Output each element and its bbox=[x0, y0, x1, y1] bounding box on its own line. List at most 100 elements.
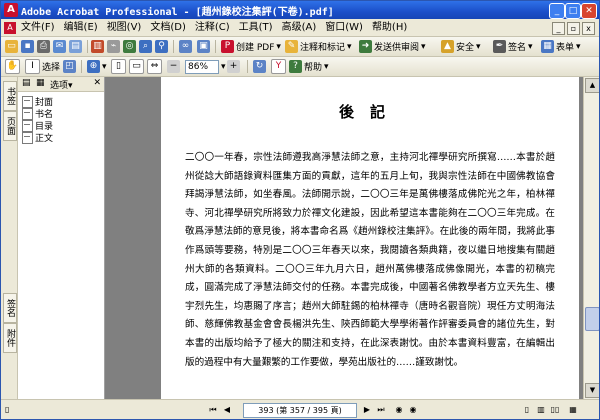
maximize-button[interactable]: □ bbox=[565, 3, 581, 19]
tab-signatures[interactable]: 签名 bbox=[3, 293, 17, 323]
search-icon[interactable]: ⚲ bbox=[155, 40, 168, 53]
menu-item[interactable]: 文件(F) bbox=[21, 21, 55, 35]
menu-item[interactable]: 帮助(H) bbox=[372, 21, 407, 35]
scroll-thumb[interactable] bbox=[585, 307, 599, 331]
document-menu-icon[interactable]: A bbox=[4, 22, 16, 34]
open-folder-icon[interactable]: ▭ bbox=[5, 40, 18, 53]
bookmark-icon bbox=[22, 107, 33, 120]
zoom-in-plus-icon[interactable]: + bbox=[227, 60, 240, 73]
view-icon[interactable]: ▣ bbox=[197, 40, 210, 53]
facing-icon[interactable]: ▯▯ bbox=[549, 404, 561, 416]
create-pdf-button[interactable]: P 创建 PDF ▾ bbox=[221, 39, 281, 54]
zoom-dropdown-icon[interactable]: ▾ bbox=[221, 62, 226, 72]
zoom-tool-icon[interactable]: ◎ bbox=[123, 40, 136, 53]
zoom-input[interactable]: 86% bbox=[185, 59, 219, 74]
minimize-button[interactable]: _ bbox=[549, 3, 565, 19]
previous-view-icon[interactable]: ◉ bbox=[393, 404, 405, 416]
chevron-down-icon: ▾ bbox=[324, 61, 329, 72]
rotate-icon[interactable]: ↻ bbox=[253, 60, 266, 73]
zoom-box-group: 86% ▾ bbox=[185, 59, 226, 74]
print-icon[interactable]: ⎙ bbox=[37, 40, 50, 53]
bookmark-item[interactable]: 正文 bbox=[22, 131, 53, 144]
chevron-down-icon[interactable]: ▾ bbox=[102, 62, 107, 72]
last-page-icon[interactable]: ⏭ bbox=[375, 404, 387, 416]
menu-item[interactable]: 注释(C) bbox=[195, 21, 230, 35]
acrobat-icon: A bbox=[4, 3, 18, 17]
pdf-page[interactable]: 後記 二〇〇一年春，宗性法師遵我高淨慧法師之意，主持河北禪學研究所撰寫……本書於… bbox=[161, 77, 579, 399]
lock-icon: ▲ bbox=[441, 40, 454, 53]
doc-restore-icon[interactable]: ▫ bbox=[567, 22, 580, 35]
close-button[interactable]: ✕ bbox=[581, 3, 597, 19]
chevron-down-icon: ▾ bbox=[347, 41, 352, 52]
chevron-down-icon: ▾ bbox=[276, 41, 281, 52]
chevron-down-icon: ▾ bbox=[476, 41, 481, 52]
send-review-button[interactable]: ➜ 发送供审阅 ▾ bbox=[359, 39, 426, 54]
options-menu-button[interactable]: 选项▾ bbox=[50, 78, 73, 91]
menu-item[interactable]: 工具(T) bbox=[239, 21, 273, 35]
fit-width-icon[interactable]: ⇔ bbox=[147, 59, 162, 74]
vertical-scrollbar[interactable]: ▲ ▼ bbox=[583, 77, 599, 399]
zoom-in-icon[interactable]: ⊕ bbox=[87, 60, 100, 73]
actual-size-icon[interactable]: ▯ bbox=[111, 59, 126, 74]
next-page-icon[interactable]: ▶ bbox=[361, 404, 373, 416]
sign-button[interactable]: ✒ 签名 ▾ bbox=[493, 39, 533, 54]
email-icon[interactable]: ✉ bbox=[53, 40, 66, 53]
bookmark-icon bbox=[22, 131, 33, 144]
find-icon[interactable]: ⌕ bbox=[139, 40, 152, 53]
chevron-down-icon: ▾ bbox=[576, 41, 581, 52]
yahoo-search-icon[interactable]: Y bbox=[271, 59, 286, 74]
menu-item[interactable]: 视图(V) bbox=[107, 21, 142, 35]
page-heading: 後記 bbox=[338, 103, 401, 121]
delete-bookmark-icon[interactable]: ▤ bbox=[22, 78, 31, 88]
close-panel-icon[interactable]: ✕ bbox=[93, 78, 101, 88]
continuous-facing-icon[interactable]: ▦ bbox=[567, 404, 579, 416]
save-icon[interactable]: ▪ bbox=[21, 40, 34, 53]
next-view-icon[interactable]: ◉ bbox=[407, 404, 419, 416]
menu-item[interactable]: 文档(D) bbox=[150, 21, 186, 35]
single-page-icon[interactable]: ▯ bbox=[521, 404, 533, 416]
help-button[interactable]: ? 帮助 ▾ bbox=[289, 59, 329, 74]
tab-bookmarks[interactable]: 书签 bbox=[3, 81, 17, 111]
forms-button[interactable]: ▦ 表单 ▾ bbox=[541, 39, 581, 54]
snapshot-icon[interactable]: ◰ bbox=[63, 60, 76, 73]
tab-attachments[interactable]: 附件 bbox=[3, 323, 17, 353]
comment-markup-button[interactable]: ✎ 注释和标记 ▾ bbox=[285, 39, 352, 54]
select-tool-button[interactable]: I 选择 bbox=[25, 59, 60, 74]
file-toolbar: ▭ ▪ ⎙ ✉ ▤ ▥ ⌁ ◎ ⌕ ⚲ ∞ ▣ P 创建 PDF ▾ ✎ 注释和标… bbox=[1, 37, 599, 57]
status-bar: ▯ ⏮ ◀ 393 (第 357 / 395 頁) ▶ ⏭ ◉ ◉ ▯ ▥ ▯▯… bbox=[1, 399, 599, 419]
zoom-out-icon[interactable]: − bbox=[167, 60, 180, 73]
binoculars-icon[interactable]: ∞ bbox=[179, 40, 192, 53]
first-page-icon[interactable]: ⏮ bbox=[207, 404, 219, 416]
scroll-up-icon[interactable]: ▲ bbox=[585, 78, 599, 93]
secure-button[interactable]: ▲ 安全 ▾ bbox=[441, 39, 481, 54]
tab-pages[interactable]: 页面 bbox=[3, 111, 17, 141]
chevron-down-icon: ▾ bbox=[421, 41, 426, 52]
doc-close-icon[interactable]: x bbox=[582, 22, 595, 35]
bookmark-icon bbox=[22, 119, 33, 132]
continuous-icon[interactable]: ▥ bbox=[535, 404, 547, 416]
clipboard-icon[interactable]: ▥ bbox=[91, 40, 104, 53]
hand-tool-icon[interactable]: ✋ bbox=[5, 59, 20, 74]
document-view[interactable]: 後記 二〇〇一年春，宗性法師遵我高淨慧法師之意，主持河北禪學研究所撰寫……本書於… bbox=[105, 77, 583, 399]
menu-item[interactable]: 高级(A) bbox=[282, 21, 317, 35]
scroll-down-icon[interactable]: ▼ bbox=[585, 383, 599, 398]
acrobat-window: A Adobe Acrobat Professional - [趙州錄校注集評(… bbox=[0, 0, 600, 420]
prev-page-icon[interactable]: ◀ bbox=[221, 404, 233, 416]
bookmarks-panel-header: ▤ ▦ 选项▾ ✕ bbox=[18, 77, 104, 92]
menu-item[interactable]: 窗口(W) bbox=[325, 21, 363, 35]
help-icon: ? bbox=[289, 60, 302, 73]
doc-minimize-icon[interactable]: _ bbox=[552, 22, 565, 35]
page-number-field[interactable]: 393 (第 357 / 395 頁) bbox=[243, 403, 357, 418]
attach-icon[interactable]: ⌁ bbox=[107, 40, 120, 53]
menu-item[interactable]: 编辑(E) bbox=[64, 21, 98, 35]
title-bar[interactable]: A Adobe Acrobat Professional - [趙州錄校注集評(… bbox=[1, 1, 599, 19]
fit-page-icon[interactable]: ▭ bbox=[129, 59, 144, 74]
page-body-text: 二〇〇一年春，宗性法師遵我高淨慧法師之意，主持河北禪學研究所撰寫……本書於趙州從… bbox=[185, 152, 555, 368]
forms-icon: ▦ bbox=[541, 40, 554, 53]
navigation-tab-rail: 书签 页面 签名 附件 bbox=[1, 77, 18, 399]
organize-icon[interactable]: ▤ bbox=[69, 40, 82, 53]
comment-icon: ✎ bbox=[285, 40, 298, 53]
pen-icon: ✒ bbox=[493, 40, 506, 53]
bookmark-icon bbox=[22, 95, 33, 108]
new-bookmark-icon[interactable]: ▦ bbox=[36, 78, 45, 88]
